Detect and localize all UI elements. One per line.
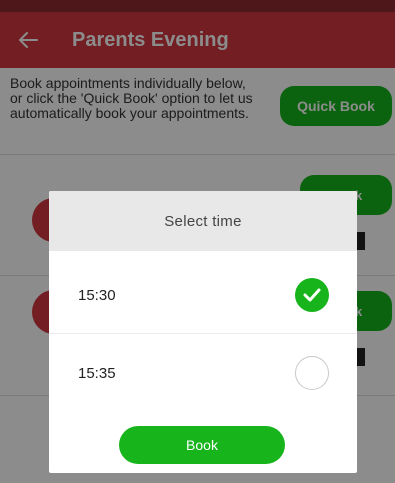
select-time-dialog: Select time 15:30 15:35 Book xyxy=(49,191,357,473)
checkmark-icon[interactable] xyxy=(295,278,329,312)
time-option[interactable]: 15:35 xyxy=(49,333,357,413)
dialog-header: Select time xyxy=(49,191,357,251)
time-option-label: 15:30 xyxy=(78,286,116,304)
screen: Parents Evening Book appointments indivi… xyxy=(0,0,395,483)
book-button[interactable]: Book xyxy=(119,426,285,464)
unchecked-circle-icon[interactable] xyxy=(295,356,329,390)
dialog-title: Select time xyxy=(164,212,242,230)
time-option-label: 15:35 xyxy=(78,364,116,382)
time-option[interactable]: 15:30 xyxy=(49,255,357,335)
